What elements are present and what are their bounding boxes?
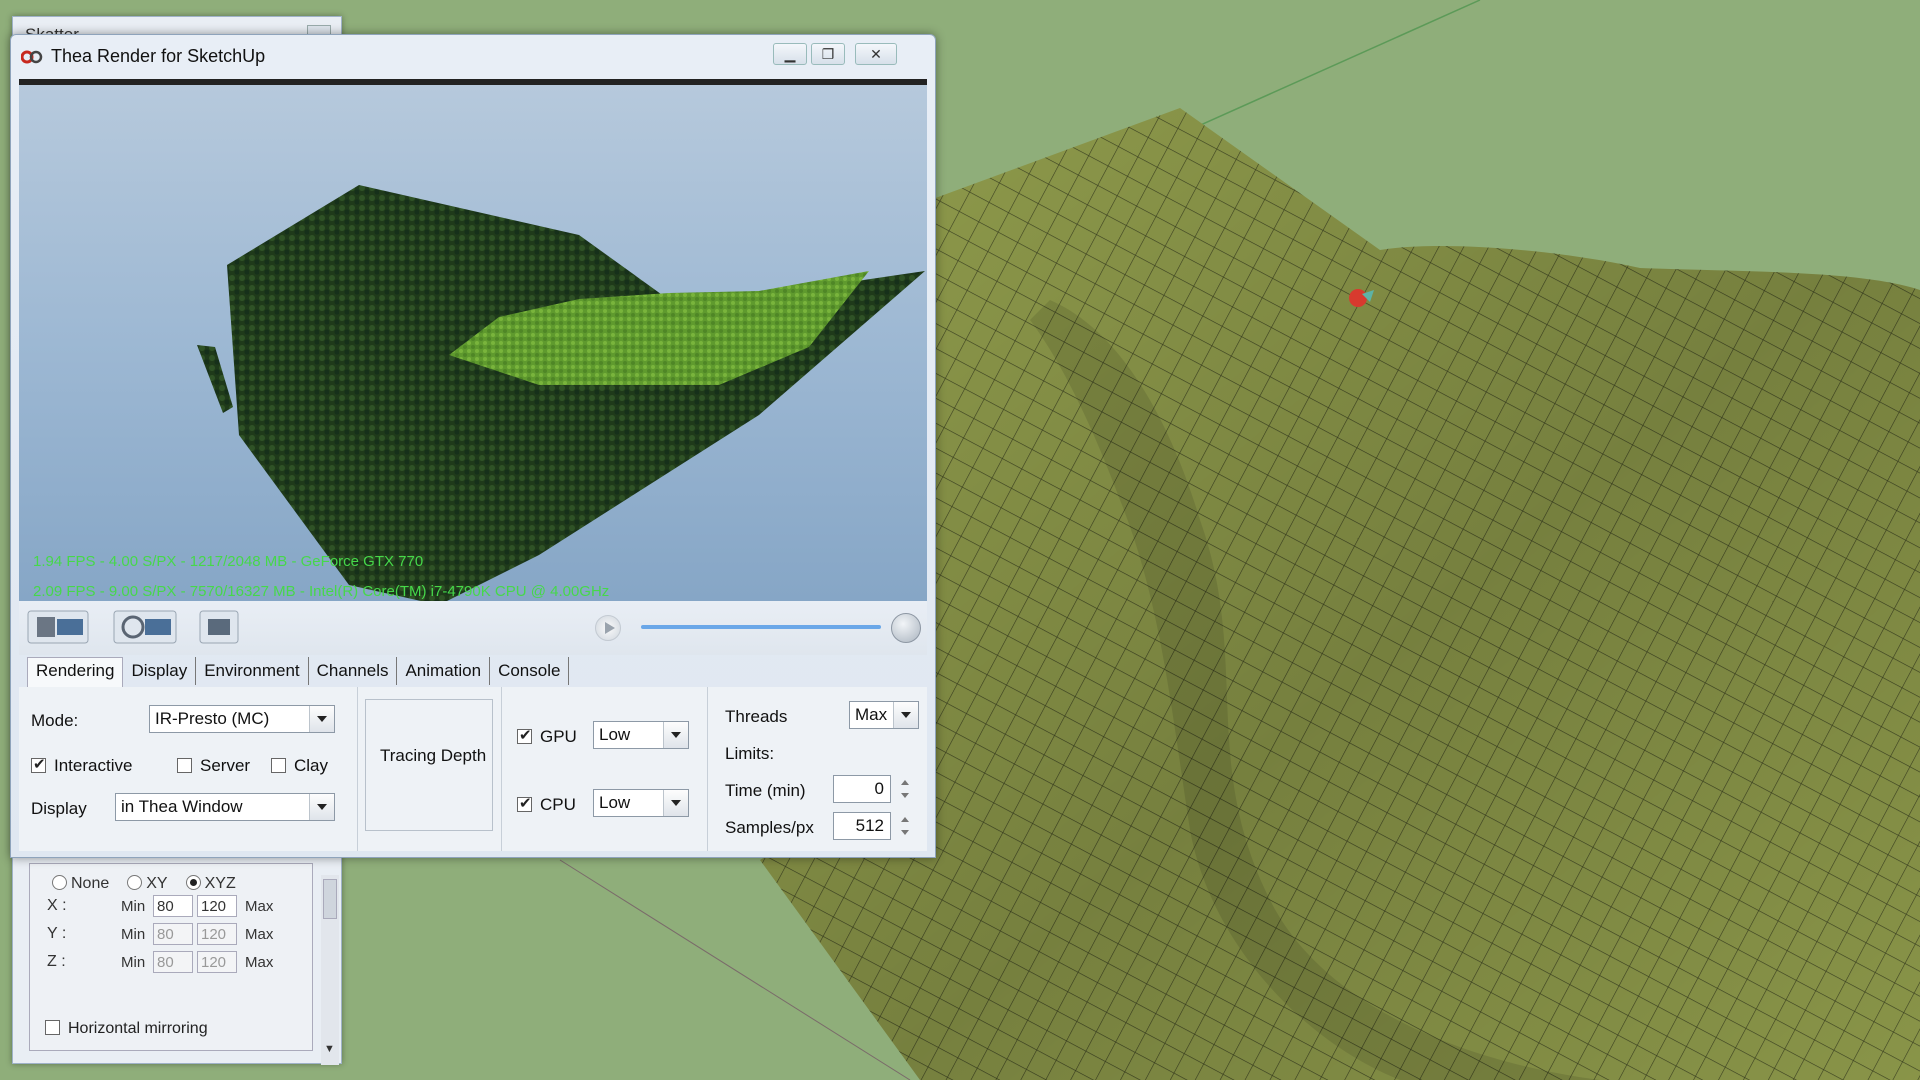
x-max-label: Max: [245, 898, 274, 915]
x-min-input[interactable]: 80: [153, 895, 193, 917]
stop-button[interactable]: [891, 613, 921, 643]
gpu-priority-select[interactable]: Low: [593, 721, 689, 749]
minimize-button[interactable]: ▁: [773, 43, 807, 65]
x-axis-label: X :: [47, 897, 67, 914]
radio-xy[interactable]: XY: [127, 875, 168, 893]
gpu-checkbox[interactable]: GPU: [517, 726, 577, 747]
clay-checkbox[interactable]: Clay: [271, 756, 328, 776]
cpu-stats: 2.09 FPS - 9.00 S/PX - 7570/16327 MB - I…: [33, 583, 610, 600]
divider: [501, 687, 502, 851]
checkbox-icon: [517, 726, 532, 744]
radio-xyz-icon: [185, 875, 201, 890]
y-max-label: Max: [245, 926, 274, 943]
time-spinner[interactable]: [897, 775, 913, 803]
skatter-scrollbar[interactable]: ▼: [321, 875, 339, 1065]
y-min-label: Min: [121, 926, 146, 943]
render-toolbar: [19, 601, 927, 655]
thea-logo-icon: [21, 50, 43, 64]
tab-environment[interactable]: Environment: [196, 657, 309, 685]
tab-display[interactable]: Display: [123, 657, 197, 685]
tab-rendering[interactable]: Rendering: [27, 657, 124, 689]
display-select[interactable]: in Thea Window: [115, 793, 335, 821]
play-button[interactable]: [595, 615, 621, 641]
radio-none[interactable]: None: [52, 875, 109, 893]
thea-render-window: Thea Render for SketchUp ▁ ❐ ✕ 1.94 FPS …: [10, 34, 936, 858]
tab-console[interactable]: Console: [490, 657, 570, 685]
settings-tabs: Rendering Display Environment Channels A…: [27, 657, 570, 689]
samples-input[interactable]: 512: [833, 812, 891, 840]
tab-channels[interactable]: Channels: [309, 657, 398, 685]
chevron-down-icon: [309, 706, 334, 732]
y-axis-label: Y :: [47, 925, 67, 942]
checkbox-icon: [177, 758, 192, 773]
z-axis-label: Z :: [47, 953, 66, 970]
x-min-label: Min: [121, 898, 146, 915]
threads-label: Threads: [725, 707, 788, 726]
x-max-input[interactable]: 120: [197, 895, 237, 917]
window-icon[interactable]: [199, 609, 239, 645]
chevron-down-icon: [663, 722, 688, 748]
z-max-label: Max: [245, 954, 274, 971]
limits-label: Limits:: [725, 744, 775, 763]
z-max-input[interactable]: 120: [197, 951, 237, 973]
maximize-button[interactable]: ❐: [811, 43, 845, 65]
axis-radio-row: None XY XYZ: [52, 875, 236, 893]
z-min-input[interactable]: 80: [153, 951, 193, 973]
gpu-stats: 1.94 FPS - 4.00 S/PX - 1217/2048 MB - Ge…: [33, 553, 424, 570]
render-viewport[interactable]: 1.94 FPS - 4.00 S/PX - 1217/2048 MB - Ge…: [19, 79, 927, 607]
progress-bar: [641, 625, 881, 629]
radio-xy-icon: [127, 875, 143, 890]
checkbox-icon: [517, 794, 532, 812]
render-image: [19, 85, 927, 605]
samples-spinner[interactable]: [897, 812, 913, 840]
chevron-down-icon: [309, 794, 334, 820]
server-checkbox[interactable]: Server: [177, 756, 250, 776]
rendering-settings-panel: Mode: IR-Presto (MC) Interactive Server …: [19, 687, 927, 851]
checkbox-icon: [45, 1020, 60, 1035]
time-input[interactable]: 0: [833, 775, 891, 803]
checkbox-icon: [271, 758, 286, 773]
display-label: Display: [31, 799, 87, 818]
radio-none-icon: [52, 875, 67, 890]
cpu-checkbox[interactable]: CPU: [517, 794, 576, 815]
divider: [707, 687, 708, 851]
radio-xyz[interactable]: XYZ: [185, 875, 236, 893]
window-title: Thea Render for SketchUp: [51, 46, 266, 66]
close-button[interactable]: ✕: [855, 43, 897, 65]
chevron-down-icon: [663, 790, 688, 816]
threads-select[interactable]: Max: [849, 701, 919, 729]
y-max-input[interactable]: 120: [197, 923, 237, 945]
scrollbar-thumb[interactable]: [323, 879, 337, 919]
save-render-icon[interactable]: [27, 609, 89, 645]
samples-label: Samples/px: [725, 818, 814, 837]
tab-animation[interactable]: Animation: [397, 657, 491, 685]
divider: [357, 687, 358, 851]
checkbox-icon: [31, 755, 46, 773]
window-titlebar[interactable]: Thea Render for SketchUp ▁ ❐ ✕: [11, 35, 935, 79]
horizontal-mirroring-checkbox[interactable]: Horizontal mirroring: [45, 1020, 208, 1038]
y-min-input[interactable]: 80: [153, 923, 193, 945]
chevron-down-icon: [893, 702, 918, 728]
mode-select[interactable]: IR-Presto (MC): [149, 705, 335, 733]
tracing-depth-group[interactable]: Tracing Depth: [365, 699, 493, 831]
time-label: Time (min): [725, 781, 806, 800]
tracing-depth-label: Tracing Depth: [380, 746, 487, 765]
mode-label: Mode:: [31, 711, 79, 730]
scroll-down-icon[interactable]: ▼: [324, 1043, 335, 1055]
interactive-checkbox[interactable]: Interactive: [31, 755, 132, 776]
z-min-label: Min: [121, 954, 146, 971]
cpu-priority-select[interactable]: Low: [593, 789, 689, 817]
refresh-render-icon[interactable]: [113, 609, 177, 645]
